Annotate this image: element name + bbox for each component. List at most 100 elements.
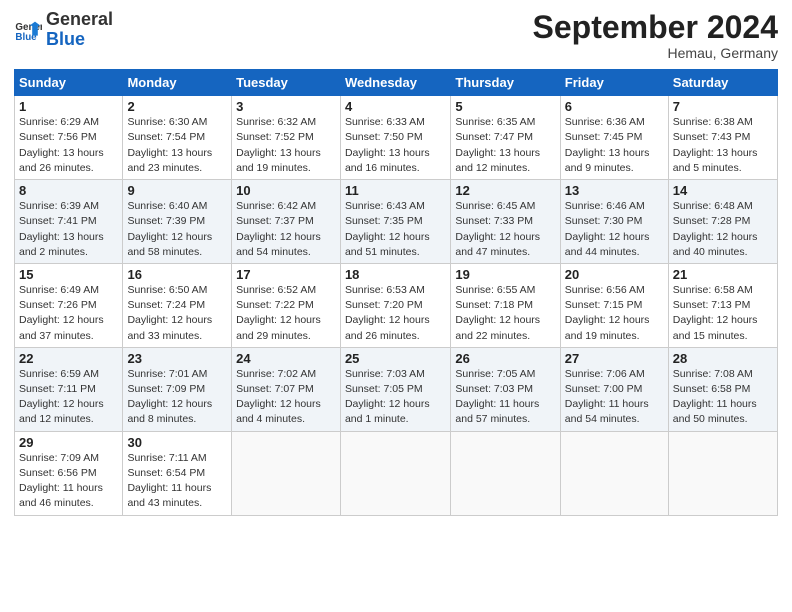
- day-number: 23: [127, 351, 227, 366]
- day-cell: 11Sunrise: 6:43 AM Sunset: 7:35 PM Dayli…: [340, 180, 450, 264]
- day-number: 26: [455, 351, 555, 366]
- day-cell: 5Sunrise: 6:35 AM Sunset: 7:47 PM Daylig…: [451, 96, 560, 180]
- day-number: 25: [345, 351, 446, 366]
- day-info: Sunrise: 7:11 AM Sunset: 6:54 PM Dayligh…: [127, 451, 227, 512]
- day-info: Sunrise: 6:39 AM Sunset: 7:41 PM Dayligh…: [19, 199, 118, 260]
- day-info: Sunrise: 6:55 AM Sunset: 7:18 PM Dayligh…: [455, 283, 555, 344]
- day-number: 22: [19, 351, 118, 366]
- day-cell: 3Sunrise: 6:32 AM Sunset: 7:52 PM Daylig…: [232, 96, 341, 180]
- day-cell: 14Sunrise: 6:48 AM Sunset: 7:28 PM Dayli…: [668, 180, 777, 264]
- day-info: Sunrise: 6:38 AM Sunset: 7:43 PM Dayligh…: [673, 115, 773, 176]
- header: General Blue General Blue September 2024…: [14, 10, 778, 61]
- weekday-thursday: Thursday: [451, 70, 560, 96]
- day-number: 8: [19, 183, 118, 198]
- day-cell: 29Sunrise: 7:09 AM Sunset: 6:56 PM Dayli…: [15, 431, 123, 515]
- day-cell: 10Sunrise: 6:42 AM Sunset: 7:37 PM Dayli…: [232, 180, 341, 264]
- day-info: Sunrise: 6:42 AM Sunset: 7:37 PM Dayligh…: [236, 199, 336, 260]
- day-number: 30: [127, 435, 227, 450]
- day-cell: 26Sunrise: 7:05 AM Sunset: 7:03 PM Dayli…: [451, 347, 560, 431]
- calendar-body: 1Sunrise: 6:29 AM Sunset: 7:56 PM Daylig…: [15, 96, 778, 515]
- day-number: 16: [127, 267, 227, 282]
- day-cell: 22Sunrise: 6:59 AM Sunset: 7:11 PM Dayli…: [15, 347, 123, 431]
- day-cell: 25Sunrise: 7:03 AM Sunset: 7:05 PM Dayli…: [340, 347, 450, 431]
- day-number: 24: [236, 351, 336, 366]
- week-row-1: 1Sunrise: 6:29 AM Sunset: 7:56 PM Daylig…: [15, 96, 778, 180]
- day-info: Sunrise: 7:01 AM Sunset: 7:09 PM Dayligh…: [127, 367, 227, 428]
- calendar-table: SundayMondayTuesdayWednesdayThursdayFrid…: [14, 69, 778, 515]
- week-row-3: 15Sunrise: 6:49 AM Sunset: 7:26 PM Dayli…: [15, 263, 778, 347]
- weekday-tuesday: Tuesday: [232, 70, 341, 96]
- day-info: Sunrise: 6:36 AM Sunset: 7:45 PM Dayligh…: [565, 115, 664, 176]
- day-cell: 4Sunrise: 6:33 AM Sunset: 7:50 PM Daylig…: [340, 96, 450, 180]
- day-info: Sunrise: 6:52 AM Sunset: 7:22 PM Dayligh…: [236, 283, 336, 344]
- day-cell: 15Sunrise: 6:49 AM Sunset: 7:26 PM Dayli…: [15, 263, 123, 347]
- day-cell: 24Sunrise: 7:02 AM Sunset: 7:07 PM Dayli…: [232, 347, 341, 431]
- day-info: Sunrise: 6:43 AM Sunset: 7:35 PM Dayligh…: [345, 199, 446, 260]
- day-info: Sunrise: 7:03 AM Sunset: 7:05 PM Dayligh…: [345, 367, 446, 428]
- day-info: Sunrise: 6:30 AM Sunset: 7:54 PM Dayligh…: [127, 115, 227, 176]
- day-number: 29: [19, 435, 118, 450]
- day-number: 28: [673, 351, 773, 366]
- week-row-2: 8Sunrise: 6:39 AM Sunset: 7:41 PM Daylig…: [15, 180, 778, 264]
- day-cell: 9Sunrise: 6:40 AM Sunset: 7:39 PM Daylig…: [123, 180, 232, 264]
- day-info: Sunrise: 6:58 AM Sunset: 7:13 PM Dayligh…: [673, 283, 773, 344]
- day-cell: 16Sunrise: 6:50 AM Sunset: 7:24 PM Dayli…: [123, 263, 232, 347]
- day-number: 10: [236, 183, 336, 198]
- day-number: 6: [565, 99, 664, 114]
- location: Hemau, Germany: [533, 45, 778, 61]
- logo: General Blue General Blue: [14, 10, 113, 50]
- day-number: 3: [236, 99, 336, 114]
- day-number: 27: [565, 351, 664, 366]
- day-cell: 1Sunrise: 6:29 AM Sunset: 7:56 PM Daylig…: [15, 96, 123, 180]
- day-cell: 2Sunrise: 6:30 AM Sunset: 7:54 PM Daylig…: [123, 96, 232, 180]
- day-number: 14: [673, 183, 773, 198]
- day-number: 12: [455, 183, 555, 198]
- day-cell: [340, 431, 450, 515]
- month-title: September 2024: [533, 10, 778, 45]
- day-cell: [560, 431, 668, 515]
- day-info: Sunrise: 7:06 AM Sunset: 7:00 PM Dayligh…: [565, 367, 664, 428]
- day-number: 21: [673, 267, 773, 282]
- weekday-sunday: Sunday: [15, 70, 123, 96]
- day-number: 7: [673, 99, 773, 114]
- day-cell: 23Sunrise: 7:01 AM Sunset: 7:09 PM Dayli…: [123, 347, 232, 431]
- day-info: Sunrise: 6:35 AM Sunset: 7:47 PM Dayligh…: [455, 115, 555, 176]
- day-cell: 7Sunrise: 6:38 AM Sunset: 7:43 PM Daylig…: [668, 96, 777, 180]
- day-cell: [451, 431, 560, 515]
- day-number: 20: [565, 267, 664, 282]
- day-info: Sunrise: 6:40 AM Sunset: 7:39 PM Dayligh…: [127, 199, 227, 260]
- day-cell: [668, 431, 777, 515]
- day-info: Sunrise: 6:29 AM Sunset: 7:56 PM Dayligh…: [19, 115, 118, 176]
- day-number: 15: [19, 267, 118, 282]
- day-number: 13: [565, 183, 664, 198]
- day-info: Sunrise: 6:59 AM Sunset: 7:11 PM Dayligh…: [19, 367, 118, 428]
- day-cell: 18Sunrise: 6:53 AM Sunset: 7:20 PM Dayli…: [340, 263, 450, 347]
- weekday-saturday: Saturday: [668, 70, 777, 96]
- weekday-monday: Monday: [123, 70, 232, 96]
- day-info: Sunrise: 6:46 AM Sunset: 7:30 PM Dayligh…: [565, 199, 664, 260]
- day-number: 11: [345, 183, 446, 198]
- weekday-header-row: SundayMondayTuesdayWednesdayThursdayFrid…: [15, 70, 778, 96]
- calendar-page: General Blue General Blue September 2024…: [0, 0, 792, 612]
- day-cell: 6Sunrise: 6:36 AM Sunset: 7:45 PM Daylig…: [560, 96, 668, 180]
- logo-text: General Blue: [46, 10, 113, 50]
- day-number: 19: [455, 267, 555, 282]
- title-block: September 2024 Hemau, Germany: [533, 10, 778, 61]
- day-number: 9: [127, 183, 227, 198]
- day-cell: 30Sunrise: 7:11 AM Sunset: 6:54 PM Dayli…: [123, 431, 232, 515]
- week-row-4: 22Sunrise: 6:59 AM Sunset: 7:11 PM Dayli…: [15, 347, 778, 431]
- day-cell: 20Sunrise: 6:56 AM Sunset: 7:15 PM Dayli…: [560, 263, 668, 347]
- day-number: 1: [19, 99, 118, 114]
- day-info: Sunrise: 6:45 AM Sunset: 7:33 PM Dayligh…: [455, 199, 555, 260]
- weekday-wednesday: Wednesday: [340, 70, 450, 96]
- day-cell: 13Sunrise: 6:46 AM Sunset: 7:30 PM Dayli…: [560, 180, 668, 264]
- day-info: Sunrise: 6:48 AM Sunset: 7:28 PM Dayligh…: [673, 199, 773, 260]
- day-cell: 28Sunrise: 7:08 AM Sunset: 6:58 PM Dayli…: [668, 347, 777, 431]
- day-info: Sunrise: 6:53 AM Sunset: 7:20 PM Dayligh…: [345, 283, 446, 344]
- day-info: Sunrise: 7:02 AM Sunset: 7:07 PM Dayligh…: [236, 367, 336, 428]
- day-info: Sunrise: 6:50 AM Sunset: 7:24 PM Dayligh…: [127, 283, 227, 344]
- logo-icon: General Blue: [14, 16, 42, 44]
- day-number: 5: [455, 99, 555, 114]
- day-info: Sunrise: 6:56 AM Sunset: 7:15 PM Dayligh…: [565, 283, 664, 344]
- day-number: 4: [345, 99, 446, 114]
